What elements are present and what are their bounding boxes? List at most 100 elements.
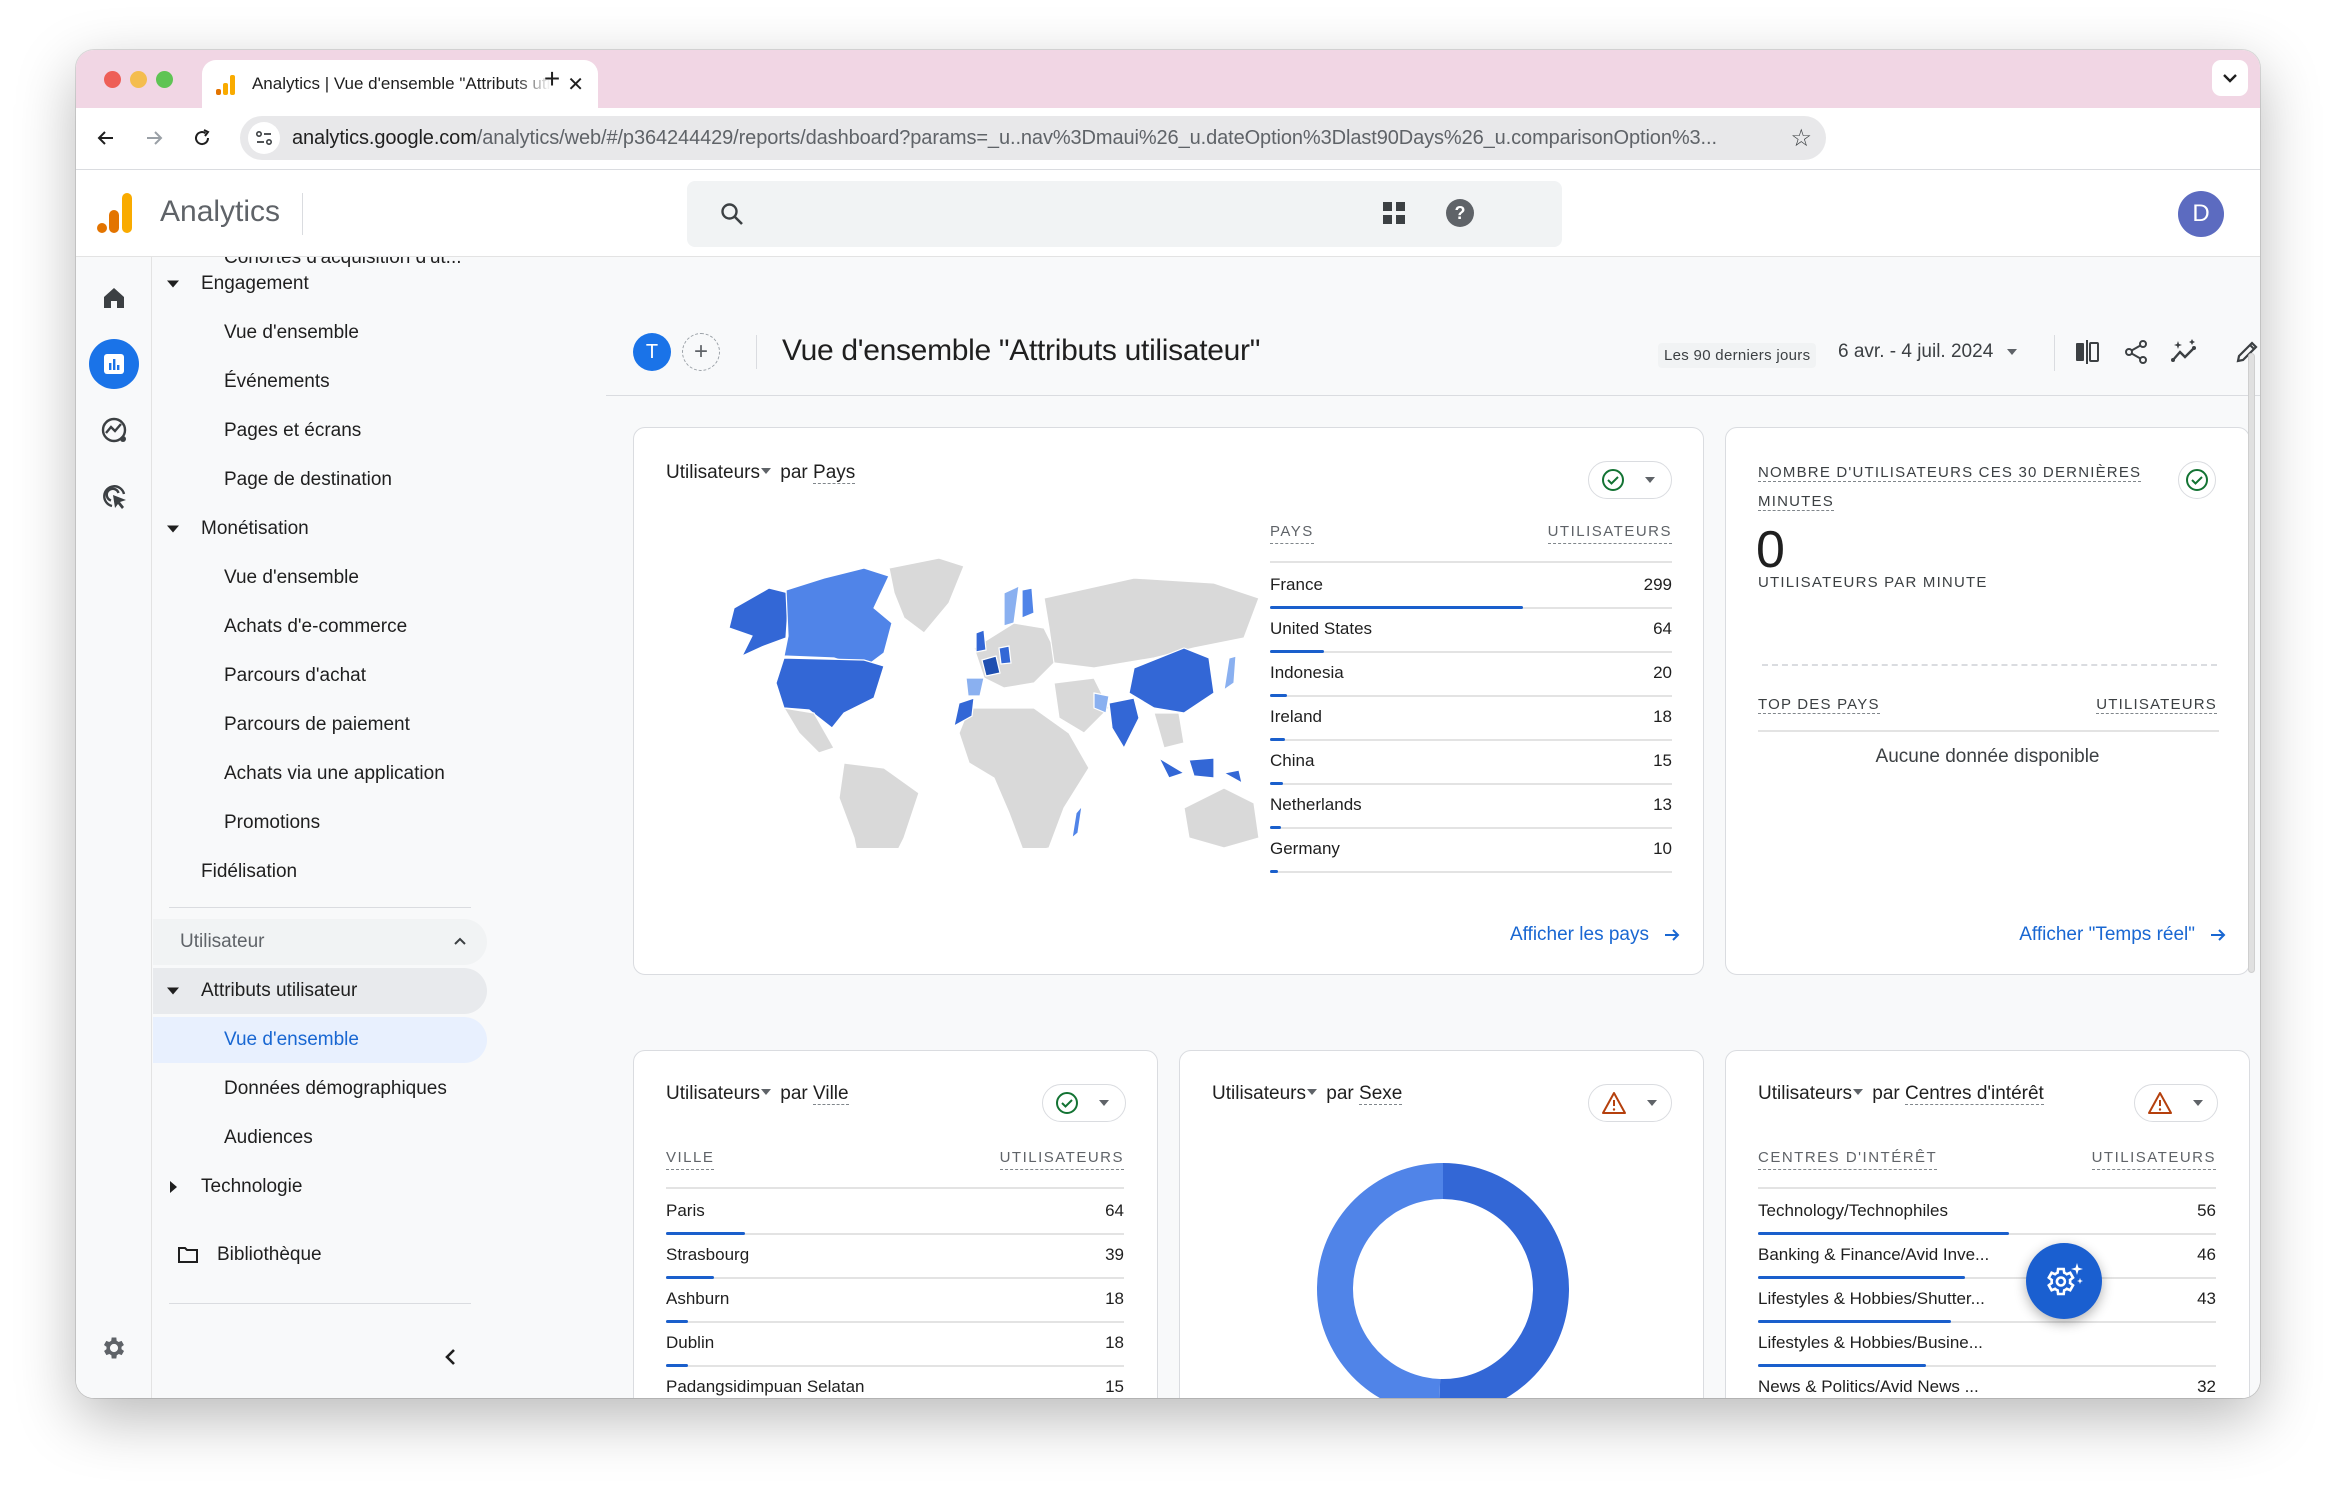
- view-realtime-link[interactable]: Afficher "Temps réel": [2019, 924, 2227, 946]
- data-quality-status-button[interactable]: [1588, 461, 1672, 499]
- address-bar[interactable]: analytics.google.com/analytics/web/#/p36…: [240, 116, 1826, 160]
- table-row[interactable]: United States 64: [1270, 609, 1672, 653]
- table-row[interactable]: Netherlands 13: [1270, 785, 1672, 829]
- insights-fab-button[interactable]: [2026, 1243, 2102, 1319]
- users-header[interactable]: UTILISATEURS: [2096, 690, 2217, 719]
- map-region-uk[interactable]: [975, 629, 987, 653]
- metric-selector[interactable]: Utilisateurs: [1212, 1083, 1321, 1104]
- table-row[interactable]: Technology/Technophiles 56: [1758, 1191, 2216, 1235]
- compare-button[interactable]: [2068, 333, 2106, 371]
- data-quality-status-button[interactable]: [1588, 1084, 1672, 1122]
- nav-item-demographics[interactable]: Données démographiques: [153, 1066, 487, 1112]
- nav-item-library[interactable]: Bibliothèque: [153, 1232, 487, 1278]
- collapse-nav-button[interactable]: [443, 1347, 457, 1372]
- nav-section-user[interactable]: Utilisateur: [153, 919, 487, 965]
- map-region-canada[interactable]: [783, 567, 893, 669]
- map-region-russia-asia[interactable]: [1043, 577, 1260, 669]
- realtime-title[interactable]: NOMBRE D'UTILISATEURS CES 30 DERNIÈRES M…: [1758, 458, 2178, 516]
- nav-item-retention[interactable]: Fidélisation: [153, 849, 487, 895]
- nav-item-pages-screens[interactable]: Pages et écrans: [153, 408, 487, 454]
- table-row[interactable]: Padangsidimpuan Selatan 15: [666, 1367, 1124, 1398]
- forward-button[interactable]: [136, 120, 172, 156]
- add-comparison-button[interactable]: +: [682, 333, 720, 371]
- map-region-spain[interactable]: [965, 677, 985, 697]
- donut-slice[interactable]: [1317, 1163, 1443, 1398]
- column-header-interests[interactable]: CENTRES D'INTÉRÊT: [1758, 1149, 1938, 1170]
- search-input[interactable]: [687, 181, 1562, 247]
- account-avatar[interactable]: D: [2178, 191, 2224, 237]
- reports-button[interactable]: [89, 339, 139, 389]
- table-row[interactable]: Ashburn 18: [666, 1279, 1124, 1323]
- date-range-picker[interactable]: 6 avr. - 4 juil. 2024: [1838, 341, 2018, 363]
- bookmark-star-icon[interactable]: ☆: [1790, 124, 1812, 153]
- explore-button[interactable]: [89, 405, 139, 455]
- table-row[interactable]: China 15: [1270, 741, 1672, 785]
- nav-item-events[interactable]: Événements: [153, 359, 487, 405]
- map-region-australia[interactable]: [1183, 787, 1260, 848]
- map-region-japan[interactable]: [1223, 655, 1237, 692]
- map-region-indonesia[interactable]: [1157, 756, 1243, 785]
- nav-item-ecommerce-purchases[interactable]: Achats d'e-commerce: [153, 604, 487, 650]
- column-header-city[interactable]: VILLE: [666, 1149, 715, 1170]
- nav-item-in-app-purchases[interactable]: Achats via une application: [153, 751, 487, 797]
- site-settings-icon[interactable]: [248, 122, 280, 154]
- table-row[interactable]: Ireland 18: [1270, 697, 1672, 741]
- table-row[interactable]: Lifestyles & Hobbies/Busine...: [1758, 1323, 2216, 1367]
- nav-item-promotions[interactable]: Promotions: [153, 800, 487, 846]
- home-button[interactable]: [89, 273, 139, 323]
- metric-selector[interactable]: Utilisateurs: [666, 1083, 775, 1104]
- table-row[interactable]: Paris 64: [666, 1191, 1124, 1235]
- maximize-window-button[interactable]: [156, 71, 173, 88]
- data-quality-status-button[interactable]: [2178, 461, 2216, 499]
- table-row[interactable]: Germany 10: [1270, 829, 1672, 873]
- share-button[interactable]: [2117, 333, 2155, 371]
- help-button[interactable]: ?: [1440, 193, 1480, 233]
- nav-item-purchase-journey[interactable]: Parcours d'achat: [153, 653, 487, 699]
- tab-search-button[interactable]: [2212, 60, 2248, 96]
- nav-item-landing-page[interactable]: Page de destination: [153, 457, 487, 503]
- table-row[interactable]: News & Politics/Avid News ... 32: [1758, 1367, 2216, 1398]
- table-row[interactable]: Dublin 18: [666, 1323, 1124, 1367]
- map-region-finland[interactable]: [1021, 587, 1035, 619]
- map-region-europe[interactable]: [973, 622, 1060, 689]
- dimension-label[interactable]: Pays: [813, 462, 856, 484]
- nav-item-audiences[interactable]: Audiences: [153, 1115, 487, 1161]
- reload-button[interactable]: [184, 120, 220, 156]
- new-tab-button[interactable]: +: [534, 62, 570, 96]
- map-region-alaska[interactable]: [728, 587, 790, 658]
- back-button[interactable]: [88, 120, 124, 156]
- map-region-scandinavia[interactable]: [1003, 584, 1020, 627]
- map-region-germany[interactable]: [998, 645, 1012, 665]
- column-header-users[interactable]: UTILISATEURS: [999, 1149, 1124, 1170]
- metric-selector[interactable]: Utilisateurs: [666, 462, 775, 483]
- apps-button[interactable]: [1374, 193, 1414, 233]
- nav-item-monetization-overview[interactable]: Vue d'ensemble: [153, 555, 487, 601]
- admin-settings-button[interactable]: [89, 1323, 139, 1373]
- close-window-button[interactable]: [104, 71, 121, 88]
- table-row[interactable]: Indonesia 20: [1270, 653, 1672, 697]
- nav-item-checkout-journey[interactable]: Parcours de paiement: [153, 702, 487, 748]
- donut-slice[interactable]: [1439, 1163, 1569, 1398]
- column-header-users[interactable]: UTILISATEURS: [2091, 1149, 2216, 1170]
- nav-item-user-attributes[interactable]: Attributs utilisateur: [153, 968, 487, 1014]
- main-scrollbar[interactable]: [2248, 353, 2255, 973]
- advertising-button[interactable]: [89, 471, 139, 521]
- column-header-country[interactable]: PAYS: [1270, 523, 1314, 544]
- nav-item-user-attributes-overview[interactable]: Vue d'ensemble: [153, 1017, 487, 1063]
- data-quality-status-button[interactable]: [1042, 1084, 1126, 1122]
- map-region-se-asia[interactable]: [1153, 712, 1185, 749]
- dimension-label[interactable]: Sexe: [1359, 1083, 1403, 1105]
- nav-item-engagement-overview[interactable]: Vue d'ensemble: [153, 310, 487, 356]
- table-row[interactable]: Lifestyles & Hobbies/Shutter... 43: [1758, 1279, 2216, 1323]
- map-region-south-america[interactable]: [838, 762, 920, 848]
- nav-item-technology[interactable]: Technologie: [153, 1164, 487, 1210]
- view-countries-link[interactable]: Afficher les pays: [1510, 924, 1681, 946]
- comparison-chip[interactable]: T: [633, 333, 671, 371]
- metric-selector[interactable]: Utilisateurs: [1758, 1083, 1867, 1104]
- map-region-greenland[interactable]: [888, 557, 965, 634]
- dimension-label[interactable]: Centres d'intérêt: [1905, 1083, 2044, 1105]
- map-region-france[interactable]: [981, 655, 1001, 677]
- nav-item-monetization[interactable]: Monétisation: [153, 506, 487, 552]
- table-row[interactable]: Strasbourg 39: [666, 1235, 1124, 1279]
- top-countries-header[interactable]: TOP DES PAYS: [1758, 690, 1880, 719]
